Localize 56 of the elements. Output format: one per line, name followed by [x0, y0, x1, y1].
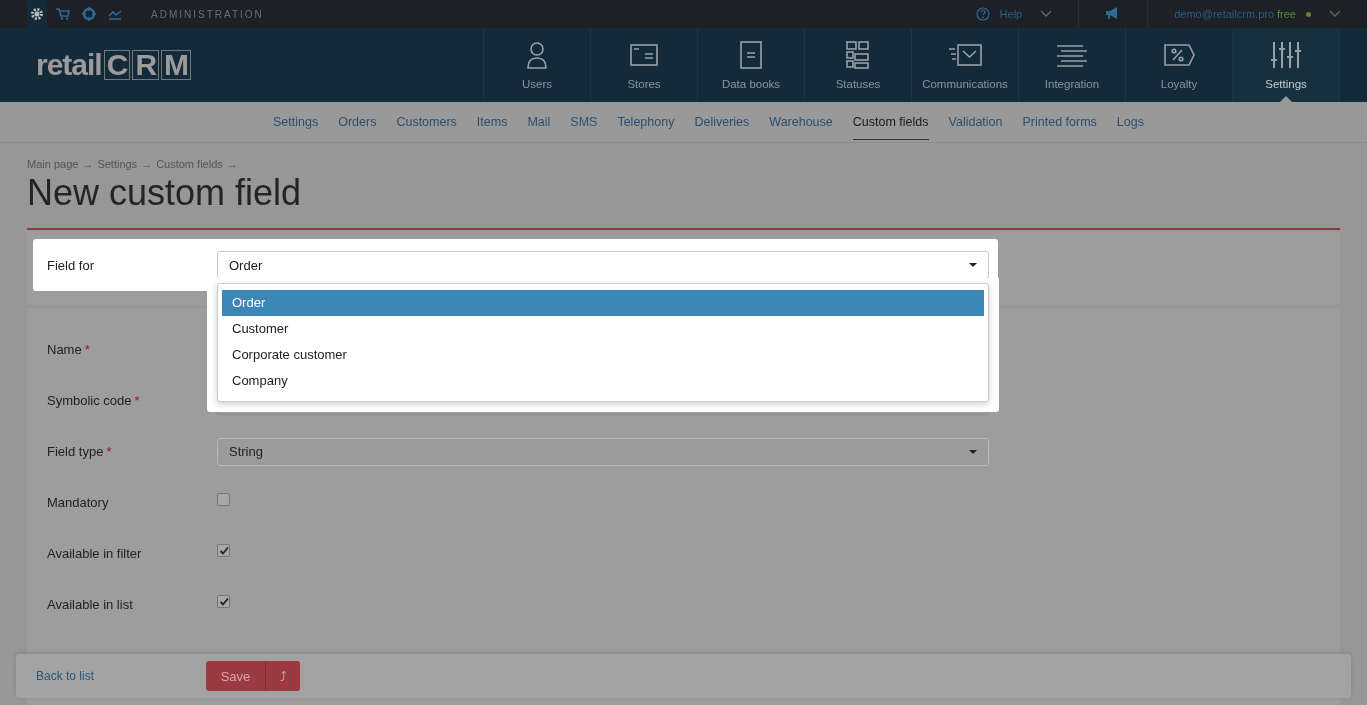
subnav-tab[interactable]: Printed forms: [1022, 104, 1097, 140]
field-label: Field for: [46, 257, 95, 273]
select-field[interactable]: String: [217, 437, 989, 466]
required-mark: *: [134, 393, 140, 408]
field-label: Available in list: [47, 597, 133, 612]
help-icon[interactable]: [975, 7, 990, 21]
user-email[interactable]: demo@retailcrm.pro: [1174, 8, 1275, 20]
subnav-tab[interactable]: Orders: [338, 104, 377, 140]
select-field[interactable]: Order: [217, 251, 989, 279]
save-button[interactable]: Save: [206, 661, 265, 691]
dropdown-option[interactable]: Order: [222, 290, 984, 316]
checkbox[interactable]: [217, 493, 230, 506]
subnav-tab[interactable]: Mail: [527, 104, 551, 140]
subnav-tab[interactable]: Logs: [1116, 104, 1144, 140]
breadcrumb-separator: →: [82, 158, 94, 170]
back-link[interactable]: Back to list: [36, 669, 206, 683]
field-label: Available in filter: [47, 546, 142, 561]
subnav-tab[interactable]: Customers: [396, 104, 457, 140]
required-mark: *: [84, 342, 90, 357]
subnav-tab[interactable]: SMS: [570, 104, 598, 140]
subnav-tab[interactable]: Deliveries: [694, 104, 750, 140]
subnav-tab[interactable]: Custom fields: [852, 104, 929, 140]
field-label: Name: [47, 342, 82, 357]
breadcrumb-link[interactable]: Custom fields: [156, 158, 223, 170]
dropdown-option[interactable]: Customer: [222, 316, 984, 342]
field-label: Mandatory: [47, 495, 109, 510]
subnav-tab[interactable]: Telephony: [617, 104, 675, 140]
section-title: ADMINISTRATION: [151, 8, 264, 20]
field-label: Symbolic code: [47, 393, 132, 408]
breadcrumb-separator: →: [226, 158, 238, 170]
field-label: Field type: [47, 444, 104, 459]
caret-icon: [969, 449, 977, 454]
logo[interactable]: retail C R M: [0, 28, 192, 102]
status-dot: [1306, 11, 1311, 17]
subnav-tab[interactable]: Validation: [948, 104, 1003, 140]
breadcrumb-link[interactable]: Settings: [97, 158, 138, 170]
subnav-tab[interactable]: Items: [476, 104, 508, 140]
breadcrumb-separator: →: [141, 158, 153, 170]
chevron-icon[interactable]: [1329, 10, 1341, 18]
checkbox[interactable]: [217, 544, 230, 557]
subnav-tab[interactable]: Settings: [273, 104, 319, 140]
nav-tab[interactable]: Settings: [1233, 28, 1340, 102]
dropdown-option[interactable]: Corporate customer: [222, 342, 984, 368]
plan-label: free: [1277, 8, 1296, 20]
help-link[interactable]: Help: [999, 8, 1023, 20]
checkbox[interactable]: [217, 595, 230, 608]
subnav-tab[interactable]: Warehouse: [769, 104, 833, 140]
chevron-icon[interactable]: [1040, 10, 1053, 18]
required-mark: *: [106, 444, 112, 459]
breadcrumb-link[interactable]: Main page: [27, 158, 79, 170]
page-title: New custom field: [27, 172, 303, 214]
sliders-icon: [1269, 40, 1303, 70]
caret-icon: [969, 263, 977, 267]
save-options-button[interactable]: ⤴: [265, 661, 300, 691]
settings-icon[interactable]: [27, 0, 47, 28]
dropdown-option[interactable]: Company: [222, 368, 984, 394]
